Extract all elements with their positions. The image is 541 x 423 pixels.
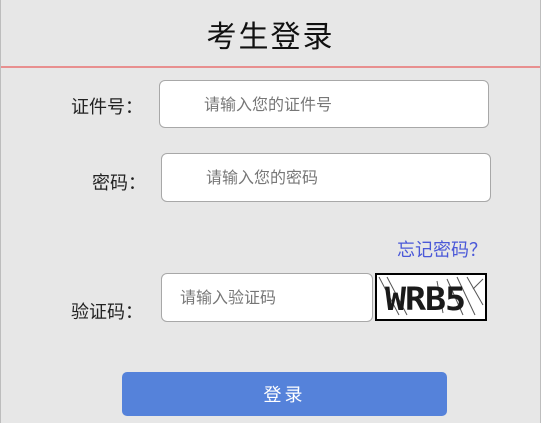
captcha-text: WRB5 bbox=[385, 280, 465, 318]
forgot-password-link[interactable]: 忘记密码？ bbox=[397, 236, 487, 262]
captcha-image[interactable]: WRB5 bbox=[375, 273, 487, 321]
captcha-label: 验证码： bbox=[71, 302, 143, 323]
captcha-graphic: WRB5 bbox=[378, 276, 484, 318]
captcha-input[interactable] bbox=[161, 273, 373, 322]
id-number-label: 证件号： bbox=[71, 97, 143, 118]
login-button[interactable]: 登录 bbox=[122, 372, 447, 416]
password-input[interactable] bbox=[161, 153, 491, 202]
id-number-input[interactable] bbox=[159, 80, 489, 128]
login-panel: 考生登录 证件号： 密码： 忘记密码？ 验证码： WRB5 登录 bbox=[0, 0, 541, 423]
password-label: 密码： bbox=[92, 173, 146, 194]
title-divider bbox=[1, 66, 540, 68]
page-title: 考生登录 bbox=[206, 20, 335, 55]
